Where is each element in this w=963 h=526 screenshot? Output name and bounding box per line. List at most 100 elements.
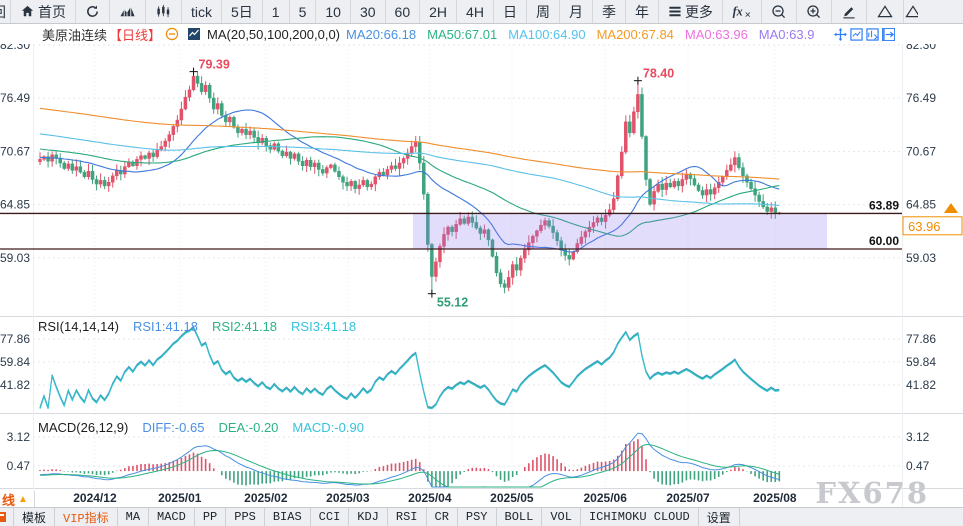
tab-vip-indicators[interactable]: VIP指标 <box>55 508 118 526</box>
extreme-marker: 55.12 <box>428 290 468 310</box>
extreme-marker: 79.39 <box>190 58 230 76</box>
candlestick-chart-icon <box>155 4 172 19</box>
tab-cr[interactable]: CR <box>427 508 458 526</box>
tab-macd[interactable]: MACD <box>149 508 195 526</box>
toolbar-button-refresh[interactable] <box>76 0 110 23</box>
toolbar-button-period-1[interactable]: 1 <box>263 0 290 23</box>
toolbar-button-zoom-in[interactable] <box>797 0 832 23</box>
price-axis-label: 59.03 <box>0 251 30 265</box>
rsi-axis-label: 77.86 <box>906 332 936 346</box>
toolbar-button-draw[interactable] <box>832 0 867 23</box>
rsi-axis-label: 59.84 <box>906 355 936 369</box>
rsi-axis-label: 77.86 <box>0 332 30 346</box>
draw-line-label: 线 <box>2 490 15 509</box>
extreme-price-label: 55.12 <box>437 296 468 310</box>
extreme-price-label: 78.40 <box>643 67 674 81</box>
toolbar-button-period-month[interactable]: 月 <box>560 0 593 23</box>
tab-vol[interactable]: VOL <box>542 508 581 526</box>
toolbar-button-period-quarter[interactable]: 季 <box>593 0 626 23</box>
rsi-title: RSI(14,14,14) <box>38 319 119 334</box>
chart-canvas: 82.3082.3076.4976.4970.6770.6764.8564.85… <box>0 0 963 526</box>
x-axis-month-label: 2025/07 <box>666 491 710 505</box>
macd-axis-label: 0.47 <box>906 459 930 473</box>
tab-kdj[interactable]: KDJ <box>349 508 388 526</box>
draw-icon <box>841 4 857 19</box>
tab-ma[interactable]: MA <box>118 508 149 526</box>
x-axis-month-label: 2025/06 <box>584 491 628 505</box>
macd-axis-label: 3.12 <box>906 430 930 444</box>
ma-settings-icon[interactable] <box>187 27 201 41</box>
tab-pp[interactable]: PP <box>195 508 226 526</box>
macd-axis-label: 0.47 <box>7 459 31 473</box>
toolbar-button-period-day[interactable]: 日 <box>494 0 527 23</box>
rsi-legend: RSI(14,14,14) RSI1:41.18RSI2:41.18RSI3:4… <box>38 319 356 334</box>
price-axis-label: 70.67 <box>0 144 30 158</box>
rsi-axis-label: 41.82 <box>0 378 30 392</box>
pan-icon[interactable] <box>834 28 847 41</box>
home-icon <box>20 4 35 19</box>
price-axis-label: 59.03 <box>906 251 936 265</box>
toolbar-button-period-5d[interactable]: 5日 <box>222 0 263 23</box>
toolbar-button-home[interactable]: 首页 <box>11 0 76 23</box>
ma-values: MA20:66.18MA50:67.01MA100:64.90MA200:67.… <box>346 27 825 42</box>
shift-right-icon[interactable] <box>882 28 895 41</box>
collapse-circle-icon[interactable] <box>165 27 179 41</box>
toolbar-button-shape-triangle[interactable] <box>867 0 904 23</box>
tab-template[interactable]: 模板 <box>14 508 55 526</box>
indicator-tabs: 模板VIP指标MAMACDPPPPSBIASCCIKDJRSICRPSYBOLL… <box>0 507 963 526</box>
macd-dif-line <box>40 433 779 487</box>
highlight-zone[interactable] <box>413 213 827 249</box>
price-axis-label: 76.49 <box>0 91 30 105</box>
tab-psy[interactable]: PSY <box>458 508 497 526</box>
extreme-marker: 78.40 <box>634 67 674 85</box>
toolbar-button-more[interactable]: 更多 <box>659 0 723 23</box>
price-alert-arrow-icon[interactable] <box>944 203 958 213</box>
macd-histogram <box>40 439 779 487</box>
ma-value: MA100:64.90 <box>508 27 585 42</box>
indicator-window-next-icon[interactable] <box>866 28 879 41</box>
toolbar-button-zoom-out[interactable] <box>762 0 797 23</box>
rsi-value: RSI2:41.18 <box>212 319 277 334</box>
toolbar-button-tick[interactable]: tick <box>182 0 222 23</box>
price-axis-label: 64.85 <box>0 198 30 212</box>
indicator-window-add-icon[interactable] <box>850 28 863 41</box>
toolbar-button-candlestick-chart[interactable] <box>146 0 182 23</box>
extreme-price-label: 79.39 <box>199 58 230 72</box>
rsi-axis-label: 59.84 <box>0 355 30 369</box>
toolbar-button-period-year[interactable]: 年 <box>626 0 659 23</box>
tab-ichimoku-cloud[interactable]: ICHIMOKU CLOUD <box>581 508 699 526</box>
tab-pps[interactable]: PPS <box>226 508 265 526</box>
svg-text:fx: fx <box>733 5 743 19</box>
x-axis-month-label: 2024/12 <box>73 491 117 505</box>
toolbar-button-back[interactable]: 回 <box>0 0 11 23</box>
toolbar-button-period-60[interactable]: 60 <box>386 0 421 23</box>
tab-rsi[interactable]: RSI <box>388 508 427 526</box>
macd-value: DEA:-0.20 <box>218 420 278 435</box>
tab-cci[interactable]: CCI <box>311 508 350 526</box>
ma-value: MA50:67.01 <box>427 27 497 42</box>
rsi-value: RSI3:41.18 <box>291 319 356 334</box>
toolbar-button-shape-more[interactable] <box>904 0 918 23</box>
draw-line-tool-partial[interactable]: 线 ▲ <box>0 491 35 507</box>
tab-settings[interactable]: 设置 <box>699 508 740 526</box>
toolbar-button-period-10[interactable]: 10 <box>316 0 351 23</box>
x-axis-month-label: 2025/02 <box>244 491 288 505</box>
toolbar-button-period-5[interactable]: 5 <box>290 0 317 23</box>
toolbar-button-period-30[interactable]: 30 <box>351 0 386 23</box>
legend-row: 美原油连续 【日线】 MA(20,50,100,200,0,0) MA20:66… <box>0 24 963 44</box>
ma200-line <box>40 108 779 179</box>
indicator-chip-icon[interactable] <box>0 508 14 526</box>
tab-bias[interactable]: BIAS <box>265 508 311 526</box>
drawn-line-price-label: 60.00 <box>869 234 899 248</box>
price-axis-label: 76.49 <box>906 91 936 105</box>
toolbar-button-formula[interactable]: fx✕ <box>723 0 762 23</box>
up-triangle-icon: ▲ <box>18 494 28 505</box>
x-axis-month-label: 2025/08 <box>753 491 797 505</box>
price-axis-label: 70.67 <box>906 144 936 158</box>
tab-boll[interactable]: BOLL <box>497 508 543 526</box>
toolbar-button-line-chart[interactable] <box>110 0 146 23</box>
toolbar-button-period-2h[interactable]: 2H <box>420 0 457 23</box>
toolbar-button-period-week[interactable]: 周 <box>527 0 560 23</box>
x-axis-month-label: 2025/01 <box>158 491 202 505</box>
toolbar-button-period-4h[interactable]: 4H <box>457 0 494 23</box>
